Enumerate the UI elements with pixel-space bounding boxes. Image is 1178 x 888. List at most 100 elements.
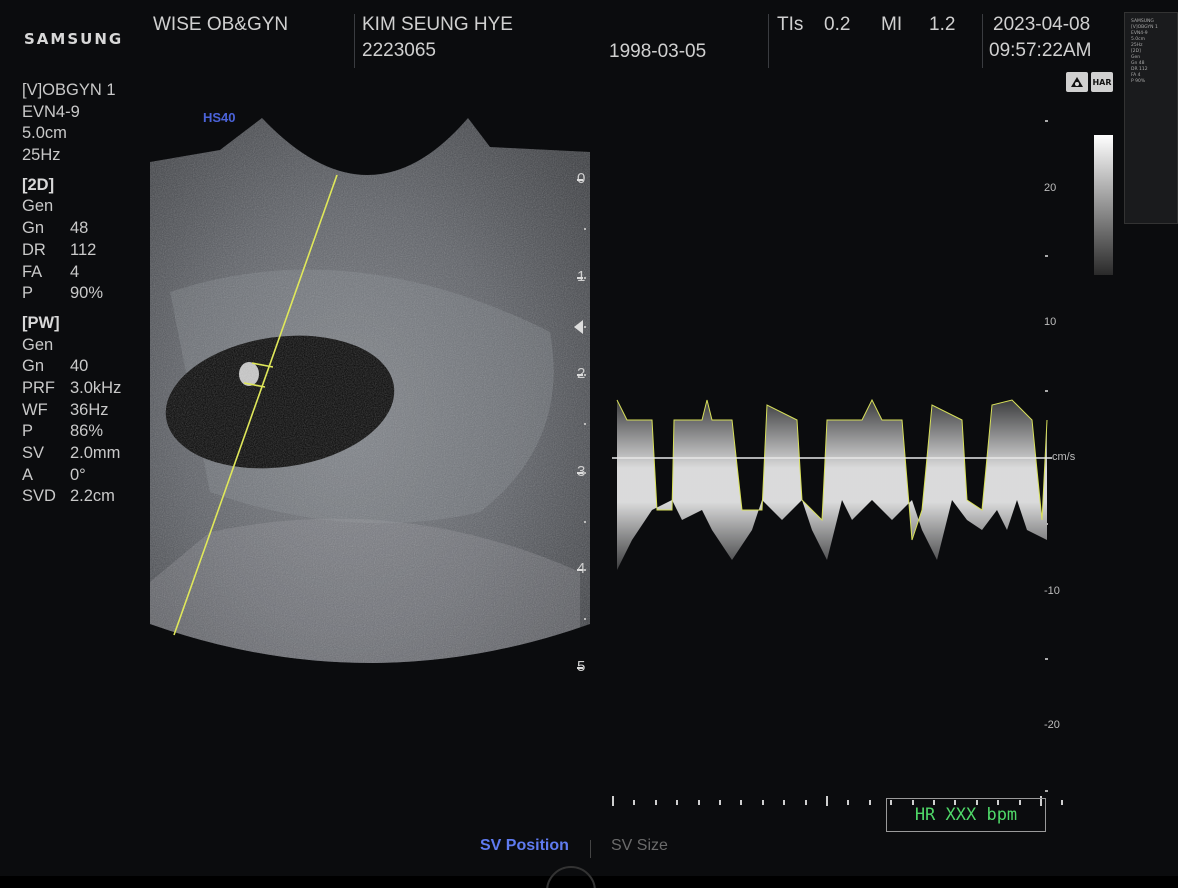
thumbnail-preview[interactable]: SAMSUNG [V]OBGYN 1 EVN4-9 5.0cm 25Hz [2D] Gen G…: [1124, 12, 1178, 224]
mi-value: 1.2: [929, 14, 956, 35]
param-row: DR 112: [22, 240, 147, 262]
param-row: PRF 3.0kHz: [22, 378, 147, 400]
velocity-minor-tick: [1045, 255, 1048, 257]
velocity-minor-tick: [1045, 120, 1048, 122]
param-key: PRF: [22, 378, 55, 397]
param-value: 112: [70, 240, 97, 259]
velocity-scale-label: -20: [1044, 719, 1060, 731]
probe-icon[interactable]: [1066, 72, 1088, 92]
birth-date: 1998-03-05: [609, 41, 707, 62]
time-tick: [826, 796, 828, 806]
param-value: 48: [70, 219, 89, 238]
harmonic-label: HS40: [203, 110, 236, 125]
section-pw-title: [PW]: [22, 313, 60, 332]
param-key: P: [22, 422, 34, 441]
param-value: 86%: [70, 422, 104, 441]
depth-tick-mark: [577, 374, 583, 376]
heart-rate-box: HR XXX bpm: [886, 798, 1046, 832]
time-tick: [783, 800, 786, 805]
softkey-divider: [590, 840, 591, 858]
time-tick: [654, 800, 657, 805]
har-icon[interactable]: HAR: [1091, 72, 1113, 92]
header-bar: SAMSUNG WISE OB&GYN KIM SEUNG HYE 222306…: [0, 0, 1120, 75]
header-divider: [354, 14, 355, 68]
param-value: 40: [70, 357, 89, 376]
tis-label: TIs: [777, 14, 804, 35]
param-key: SV: [22, 444, 45, 462]
section-pw-rows: Gn 40 PRF 3.0kHz WF 36Hz P 86% SV 2.0mm A 0° SVD 2.2c…: [22, 356, 147, 508]
time-tick: [1061, 800, 1064, 805]
doppler-spectrum: [612, 398, 1052, 570]
param-value: 90%: [70, 284, 104, 303]
sv-position-button[interactable]: SV Position: [480, 837, 569, 855]
velocity-scale-label: cm/s: [1052, 451, 1076, 463]
time-tick: [719, 800, 721, 805]
param-row: Gn 40: [22, 356, 147, 378]
depth-label: 5.0cm: [22, 124, 67, 143]
section-2d-title: [2D]: [22, 175, 55, 194]
time-tick: [740, 800, 743, 805]
param-key: WF: [22, 400, 48, 419]
depth-minor-tick: [584, 374, 586, 377]
param-value: 4: [70, 262, 80, 281]
time-tick: [697, 800, 700, 805]
param-row: WF 36Hz: [22, 400, 147, 422]
velocity-scale-label: 10: [1044, 316, 1057, 328]
depth-minor-tick: [584, 228, 586, 230]
param-key: FA: [22, 262, 43, 281]
depth-minor-tick: [584, 618, 586, 620]
param-key: A: [22, 465, 34, 484]
time-tick: [847, 800, 850, 805]
depth-tick-mark: [577, 471, 583, 474]
depth-minor-tick: [584, 423, 586, 425]
velocity-minor-tick: [1045, 523, 1048, 525]
depth-minor-tick: [584, 520, 586, 523]
velocity-minor-tick: [1045, 790, 1048, 792]
section-2d-mode: Gen: [22, 197, 54, 216]
depth-minor-tick: [584, 569, 586, 572]
velocity-minor-tick: [1045, 658, 1048, 660]
depth-minor-tick: [584, 276, 586, 279]
time-tick: [761, 800, 764, 805]
probe-label: EVN4-9: [22, 102, 80, 121]
sv-size-button[interactable]: SV Size: [611, 837, 668, 855]
header-divider: [768, 14, 769, 68]
param-row: SV 2.0mm: [22, 443, 147, 465]
param-key: SVD: [22, 487, 56, 506]
dial-knob-icon[interactable]: [546, 866, 596, 888]
param-value: 2.0mm: [70, 444, 121, 462]
focus-marker-icon[interactable]: [574, 320, 583, 334]
hospital-name: WISE OB&GYN: [153, 14, 289, 35]
grayscale-bar: [1094, 135, 1113, 275]
param-value: 36Hz: [70, 400, 109, 419]
section-2d-rows: Gn 48 DR 112 FA 4 P 90%: [22, 218, 147, 305]
patient-id: 2223065: [362, 40, 436, 61]
param-value: 2.2cm: [70, 487, 115, 506]
param-row: P 90%: [22, 283, 147, 305]
velocity-minor-tick: [1045, 390, 1048, 392]
header-divider: [982, 14, 983, 68]
velocity-scale-label: 20: [1044, 182, 1057, 194]
param-value: 3.0kHz: [70, 378, 122, 397]
depth-tick-mark: [577, 666, 583, 669]
depth-minor-tick: [584, 471, 586, 474]
param-row: SVD 2.2cm: [22, 486, 147, 508]
depth-minor-tick: [584, 325, 586, 328]
mi-label: MI: [881, 14, 903, 35]
patient-name: KIM SEUNG HYE: [362, 14, 513, 35]
exam-time: 09:57:22AM: [989, 40, 1092, 61]
time-tick: [676, 800, 679, 805]
time-tick: [868, 800, 871, 805]
time-tick: [612, 796, 614, 806]
param-value: 0°: [70, 465, 86, 484]
ultrasound-2d-image[interactable]: [150, 112, 590, 672]
param-row: Gn 48: [22, 218, 147, 240]
brand-logo: SAMSUNG: [24, 30, 124, 48]
velocity-scale-label: -10: [1044, 585, 1060, 597]
param-key: P: [22, 284, 34, 303]
depth-tick-mark: [577, 179, 583, 181]
preset-label: [V]OBGYN 1: [22, 81, 116, 99]
param-row: A 0°: [22, 465, 147, 487]
param-row: FA 4: [22, 262, 147, 284]
frame-rate-label: 25Hz: [22, 146, 61, 165]
